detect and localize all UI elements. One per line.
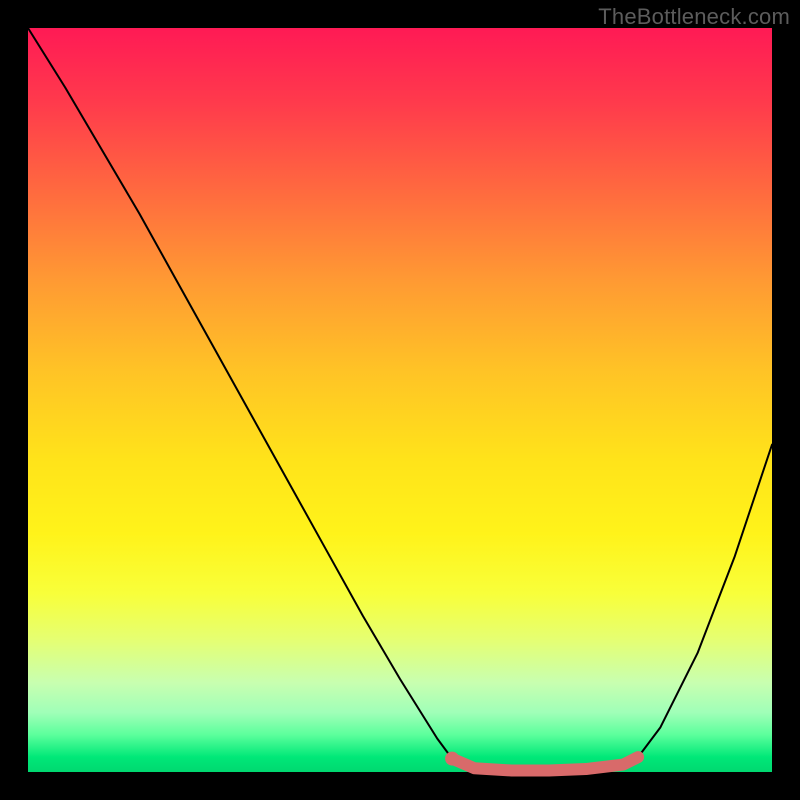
watermark-text: TheBottleneck.com xyxy=(598,4,790,30)
chart-container: TheBottleneck.com xyxy=(0,0,800,800)
curve-svg xyxy=(28,28,772,772)
bottleneck-curve xyxy=(28,28,772,771)
optimal-range-highlight xyxy=(452,757,638,770)
optimal-start-dot xyxy=(445,752,459,766)
plot-area xyxy=(28,28,772,772)
